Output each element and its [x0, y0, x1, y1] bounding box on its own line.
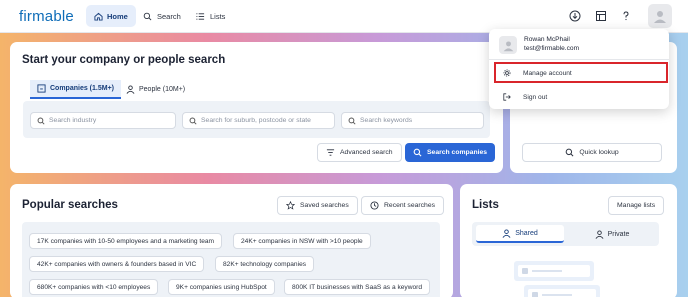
popular-chip[interactable]: 680K+ companies with <10 employees — [29, 279, 159, 295]
empty-lists-illustration — [514, 261, 600, 297]
search-icon — [143, 12, 152, 20]
search-icon — [566, 148, 574, 157]
person-icon — [595, 229, 604, 239]
question-icon — [623, 11, 629, 21]
popular-chip[interactable]: 17K companies with 10-50 employees and a… — [29, 233, 223, 249]
download-button[interactable] — [566, 7, 584, 25]
sign-out-icon — [503, 93, 511, 101]
search-title: Start your company or people search — [22, 54, 226, 66]
tab-people[interactable]: People (10M+) — [126, 80, 185, 99]
highlight-box — [494, 62, 668, 83]
lists-card: Lists Manage lists Shared Private — [460, 184, 677, 297]
sign-out-label: Sign out — [523, 93, 548, 101]
reports-button[interactable] — [592, 7, 610, 25]
avatar-icon — [503, 40, 513, 51]
nav-search-label: Search — [157, 11, 181, 21]
nav-lists-label: Lists — [210, 11, 226, 21]
manage-lists-label: Manage lists — [617, 202, 656, 209]
recent-searches-label: Recent searches — [384, 202, 436, 209]
keywords-input[interactable]: Search keywords — [341, 112, 484, 129]
user-avatar-button[interactable] — [648, 4, 672, 28]
search-card: Start your company or people search Comp… — [10, 42, 503, 173]
user-name: Rowan McPhail — [524, 36, 570, 43]
nav-lists[interactable]: Lists — [196, 5, 225, 27]
popular-chip[interactable]: 82K+ technology companies — [215, 256, 315, 272]
nav-home-label: Home — [107, 11, 128, 21]
search-icon — [37, 117, 45, 125]
search-fields-panel: Search industry Search for suburb, postc… — [23, 101, 490, 138]
user-email: test@firmable.com — [524, 45, 580, 52]
recent-searches-button[interactable]: Recent searches — [361, 196, 445, 215]
menu-divider — [489, 59, 669, 60]
industry-input[interactable]: Search industry — [30, 112, 176, 129]
tab-companies[interactable]: Companies (1.5M+) — [30, 80, 121, 99]
saved-searches-label: Saved searches — [300, 202, 349, 209]
popular-chip[interactable]: 24K+ companies in NSW with >10 people — [233, 233, 371, 249]
saved-searches-button[interactable]: Saved searches — [277, 196, 358, 215]
popular-chip[interactable]: 42K+ companies with owners & founders ba… — [29, 256, 205, 272]
suburb-input[interactable]: Search for suburb, postcode or state — [182, 112, 335, 129]
sign-out-item[interactable]: Sign out — [503, 91, 547, 103]
quick-lookup-label: Quick lookup — [579, 149, 619, 156]
user-menu-dropdown: Rowan McPhail test@firmable.com Manage a… — [489, 29, 669, 109]
filter-icon — [326, 149, 335, 156]
home-icon — [94, 12, 103, 21]
building-icon — [37, 84, 46, 93]
popular-searches-title: Popular searches — [22, 199, 118, 211]
tab-people-label: People (10M+) — [139, 86, 186, 93]
popular-chip[interactable]: 800K IT businesses with SaaS as a keywor… — [284, 279, 430, 295]
person-icon — [126, 85, 135, 94]
tab-private[interactable]: Private — [568, 225, 656, 243]
search-companies-label: Search companies — [427, 149, 488, 156]
search-companies-button[interactable]: Search companies — [405, 143, 496, 162]
tab-shared-label: Shared — [515, 229, 538, 237]
firmable-logo[interactable]: firmable — [19, 8, 74, 25]
list-icon — [196, 12, 205, 20]
advanced-search-label: Advanced search — [340, 149, 393, 156]
search-icon — [189, 117, 197, 125]
nav-home[interactable]: Home — [86, 5, 136, 27]
lists-tabs: Shared Private — [472, 222, 659, 246]
tab-private-label: Private — [607, 230, 630, 238]
history-icon — [370, 201, 379, 210]
popular-searches-card: Popular searches Saved searches Recent s… — [10, 184, 453, 297]
star-icon — [286, 201, 295, 210]
lists-title: Lists — [472, 199, 499, 211]
spreadsheet-icon — [596, 11, 606, 21]
search-icon — [413, 148, 422, 157]
search-icon — [348, 117, 356, 125]
popular-chips-panel: 17K companies with 10-50 employees and a… — [22, 222, 440, 297]
advanced-search-button[interactable]: Advanced search — [317, 143, 402, 162]
help-button[interactable] — [617, 7, 635, 25]
keywords-placeholder: Search keywords — [360, 117, 413, 124]
quick-lookup-button[interactable]: Quick lookup — [522, 143, 662, 162]
popular-chip[interactable]: 9K+ companies using HubSpot — [168, 279, 275, 295]
people-icon — [502, 228, 511, 238]
avatar-icon — [654, 11, 666, 23]
tab-companies-label: Companies (1.5M+) — [50, 85, 114, 92]
manage-lists-button[interactable]: Manage lists — [608, 196, 665, 215]
avatar — [499, 36, 517, 54]
tab-shared[interactable]: Shared — [476, 225, 564, 243]
nav-search[interactable]: Search — [143, 5, 181, 27]
suburb-placeholder: Search for suburb, postcode or state — [201, 117, 311, 124]
download-icon — [569, 10, 581, 22]
industry-placeholder: Search industry — [49, 117, 97, 124]
